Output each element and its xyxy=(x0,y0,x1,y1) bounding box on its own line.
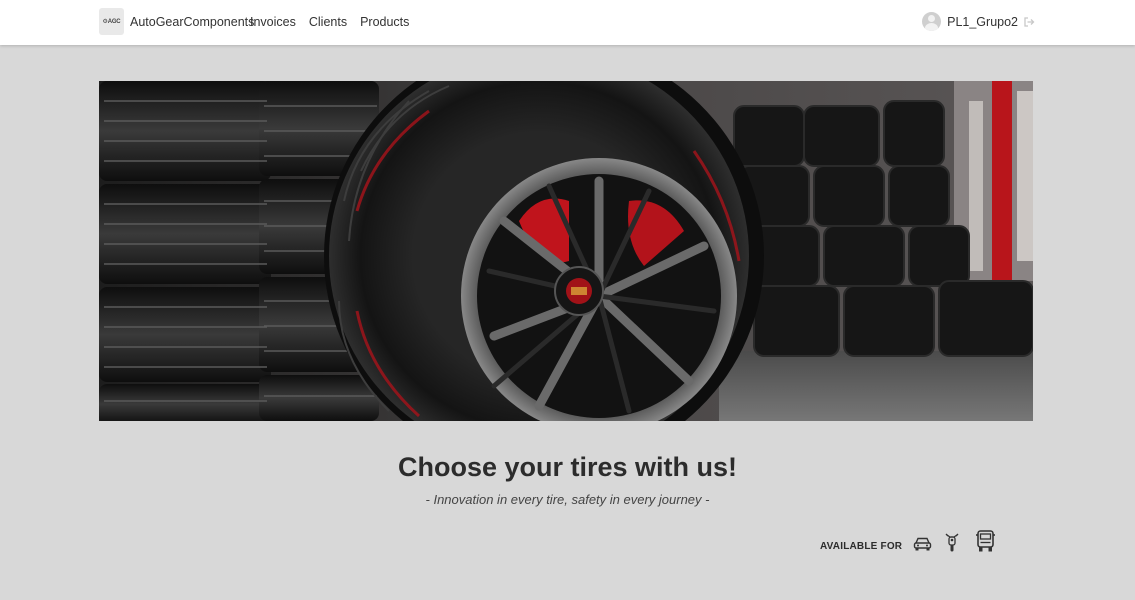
top-navbar: ⚙AGC AutoGearComponents Invoices Clients… xyxy=(0,0,1135,45)
page-tagline: - Innovation in every tire, safety in ev… xyxy=(425,492,710,507)
logout-icon[interactable] xyxy=(1023,16,1035,28)
nav-link-products[interactable]: Products xyxy=(360,15,409,29)
brand-logo: ⚙AGC xyxy=(99,8,124,35)
available-for-label: AVAILABLE FOR xyxy=(820,541,903,552)
page-headline: Choose your tires with us! xyxy=(397,452,738,482)
truck-icon xyxy=(976,530,995,552)
brand-name: AutoGearComponents xyxy=(130,14,255,29)
nav-links: Invoices Clients Products xyxy=(250,15,422,29)
user-avatar-icon xyxy=(922,12,942,31)
nav-link-clients[interactable]: Clients xyxy=(309,15,347,29)
nav-link-invoices[interactable]: Invoices xyxy=(250,15,296,29)
brand-link[interactable]: ⚙AGC AutoGearComponents xyxy=(99,8,254,35)
user-menu[interactable]: PL1_Grupo2 xyxy=(922,12,1035,31)
username: PL1_Grupo2 xyxy=(947,14,1018,29)
hero-tire-image xyxy=(99,81,1033,421)
car-icon xyxy=(913,537,932,551)
hero-banner xyxy=(99,81,1033,421)
motorcycle-icon xyxy=(945,533,959,552)
